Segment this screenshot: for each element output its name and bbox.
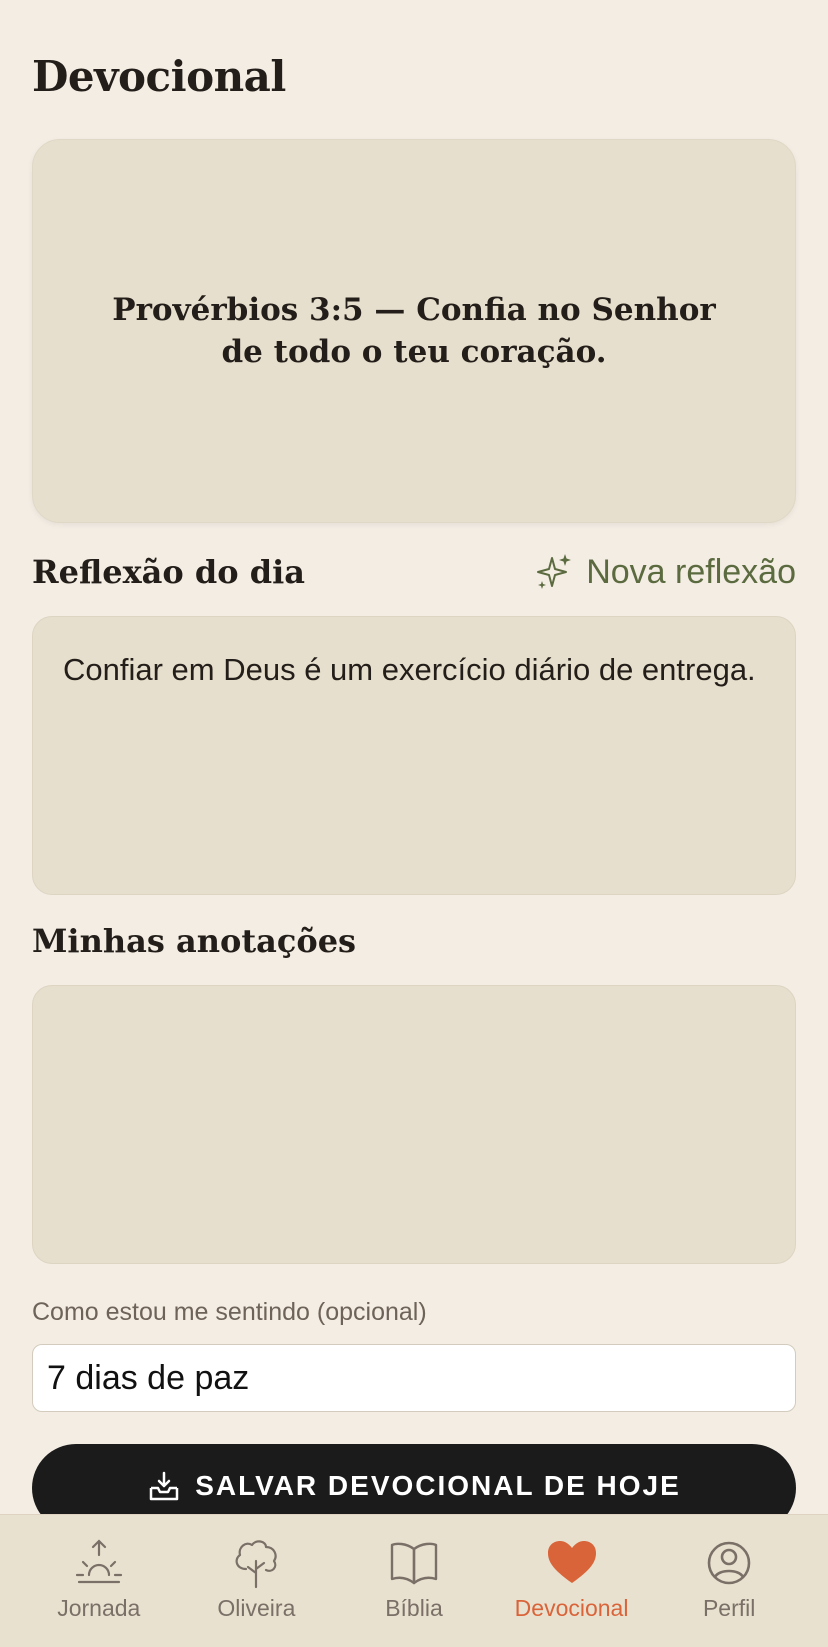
sparkles-icon (537, 554, 572, 589)
inbox-download-icon (149, 1471, 179, 1501)
notes-card (32, 985, 796, 1264)
heart-icon (547, 1541, 596, 1583)
tab-label: Perfil (702, 1595, 756, 1621)
feeling-label: Como estou me sentindo (opcional) (32, 1298, 427, 1326)
tab-jornada[interactable]: Jornada (24, 1537, 174, 1622)
new-reflection-button[interactable]: Nova reflexão (536, 552, 796, 592)
reflection-section-title: Reflexão do dia (32, 553, 305, 591)
notes-header: Minhas anotações (32, 922, 796, 960)
tab-bar: Jornada Oliveira Bíblia Devocional Perfi… (0, 1514, 828, 1647)
save-button-label: SALVAR DEVOCIONAL DE HOJE (195, 1470, 681, 1501)
tab-oliveira[interactable]: Oliveira (181, 1537, 331, 1622)
tab-label: Devocional (514, 1595, 629, 1621)
tab-label: Oliveira (217, 1595, 296, 1621)
tab-label: Bíblia (385, 1595, 443, 1621)
notes-textarea[interactable] (33, 986, 795, 1263)
sunrise-icon (75, 1539, 122, 1584)
notes-section-title: Minhas anotações (32, 922, 357, 960)
tab-devocional[interactable]: Devocional (497, 1537, 647, 1622)
page-title: Devocional (32, 52, 286, 101)
tree-icon (235, 1540, 278, 1589)
person-circle-icon (707, 1541, 751, 1585)
tab-biblia[interactable]: Bíblia (339, 1537, 489, 1622)
reflection-text: Confiar em Deus é um exercício diário de… (63, 652, 756, 687)
tab-label: Jornada (57, 1595, 141, 1621)
book-icon (390, 1542, 438, 1585)
reflection-card: Confiar em Deus é um exercício diário de… (32, 616, 796, 895)
new-reflection-label: Nova reflexão (586, 552, 796, 591)
verse-text: Provérbios 3:5 — Confia no Senhor de tod… (112, 292, 716, 370)
reflection-header: Reflexão do dia Nova reflexão (32, 552, 796, 592)
tab-perfil[interactable]: Perfil (654, 1537, 804, 1622)
verse-card: Provérbios 3:5 — Confia no Senhor de tod… (32, 139, 796, 523)
feeling-input[interactable] (32, 1344, 796, 1412)
